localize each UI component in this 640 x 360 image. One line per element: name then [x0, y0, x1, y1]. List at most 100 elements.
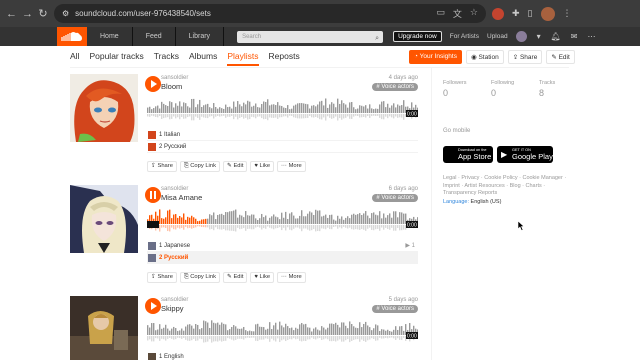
share-button[interactable]: ⇪ Share: [507, 50, 543, 64]
playlist-user[interactable]: sansoldier: [161, 297, 188, 303]
nav-feed[interactable]: Feed: [133, 27, 176, 46]
address-bar[interactable]: ⚙ soundcloud.com/user-976438540/sets ▭ 文…: [54, 4, 486, 23]
waveform-bar: [249, 215, 251, 224]
waveform-bar: [165, 324, 167, 335]
back-icon[interactable]: ←: [6, 8, 17, 20]
playlist-tag[interactable]: # Voice actors: [372, 194, 418, 202]
playlist-tag[interactable]: # Voice actors: [372, 83, 418, 91]
tab-albums[interactable]: Albums: [189, 51, 217, 66]
notifications-bell-icon[interactable]: 🔔︎: [551, 32, 561, 41]
copy-link-button[interactable]: ⎘ Copy Link: [179, 272, 220, 283]
waveform-bar: [245, 211, 247, 224]
forward-icon[interactable]: →: [22, 8, 33, 20]
playlist-user[interactable]: sansoldier: [161, 75, 188, 81]
soundcloud-logo[interactable]: [57, 27, 87, 46]
user-avatar[interactable]: [515, 31, 527, 42]
track-name[interactable]: Русский: [164, 255, 188, 261]
tab-reposts[interactable]: Reposts: [269, 51, 300, 66]
waveform-reflection: [263, 336, 265, 340]
waveform-reflection: [319, 225, 321, 232]
playlist-title[interactable]: Skippy: [161, 304, 184, 313]
track-row[interactable]: 1 Japanese ▶ 1: [147, 240, 418, 252]
playlist-tag[interactable]: # Voice actors: [372, 305, 418, 313]
waveform-bar: [349, 218, 351, 224]
waveform-bar: [315, 209, 317, 224]
playlist-artwork[interactable]: [70, 74, 138, 142]
waveform-bar: [247, 100, 249, 113]
google-play-button[interactable]: ▶ GET IT ON Google Play: [497, 146, 553, 163]
upload-link[interactable]: Upload: [487, 33, 508, 40]
footer-links[interactable]: Legal · Privacy · Cookie Policy · Cookie…: [443, 175, 573, 198]
waveform-bar: [335, 220, 337, 224]
sidebar-icon[interactable]: ▯: [528, 8, 533, 19]
playlist-title[interactable]: Misa Amane: [161, 193, 202, 202]
cast-icon[interactable]: ▭: [436, 7, 445, 20]
waveform-bar: [355, 327, 357, 335]
tracks-stat[interactable]: Tracks 8: [539, 80, 565, 98]
edit-button[interactable]: ✎ Edit: [222, 272, 248, 283]
play-button[interactable]: [145, 298, 161, 314]
track-name[interactable]: Japanese: [164, 243, 190, 249]
language-selector[interactable]: Language: English (US): [443, 199, 501, 205]
station-button[interactable]: ◉ Station: [465, 50, 504, 64]
waveform-reflection: [403, 225, 405, 230]
reload-icon[interactable]: ↻: [38, 7, 48, 20]
waveform-reflection: [279, 336, 281, 343]
like-button[interactable]: ♥ Like: [250, 272, 275, 283]
playlist-user[interactable]: sansoldier: [161, 186, 188, 192]
waveform-reflection: [403, 114, 405, 120]
search-icon[interactable]: ⌕: [375, 33, 379, 45]
share-button[interactable]: ⇪ Share: [147, 272, 177, 283]
menu-kebab-icon[interactable]: ⋮: [563, 8, 572, 19]
site-info-icon[interactable]: ⚙: [62, 9, 69, 18]
track-name[interactable]: Русский: [164, 144, 186, 150]
playlist-artwork[interactable]: [70, 185, 138, 253]
app-store-button[interactable]: Download on the App Store: [443, 146, 493, 163]
track-name[interactable]: English: [164, 354, 184, 360]
followers-stat[interactable]: Followers 0: [443, 80, 469, 98]
track-name[interactable]: Italian: [164, 132, 180, 138]
messages-icon[interactable]: ✉︎: [571, 32, 578, 41]
more-button[interactable]: ⋯ More: [277, 161, 306, 172]
chevron-down-icon[interactable]: ▾: [537, 32, 541, 41]
waveform-bar: [305, 103, 307, 113]
browser-toolbar: ← → ↻ ⚙ soundcloud.com/user-976438540/se…: [0, 0, 640, 27]
tab-playlists[interactable]: Playlists: [227, 51, 259, 66]
playlist-title[interactable]: Bloom: [161, 82, 182, 91]
upgrade-button[interactable]: Upgrade now: [393, 31, 442, 42]
extensions-puzzle-icon[interactable]: ✚: [512, 8, 520, 19]
translate-icon[interactable]: 文: [453, 7, 462, 20]
playlist-artwork[interactable]: [70, 296, 138, 360]
pause-button[interactable]: [145, 187, 161, 203]
nav-library[interactable]: Library: [176, 27, 225, 46]
extension-icon[interactable]: [492, 7, 504, 20]
track-row[interactable]: 2 Русский: [147, 141, 418, 153]
for-artists-link[interactable]: For Artists: [450, 33, 479, 40]
track-row[interactable]: 1 English: [147, 351, 418, 360]
tab-tracks[interactable]: Tracks: [154, 51, 179, 66]
waveform[interactable]: 0:00: [147, 207, 418, 235]
edit-button[interactable]: ✎ Edit: [546, 50, 575, 64]
track-row[interactable]: 2 Русский: [147, 252, 418, 264]
waveform-reflection: [399, 114, 401, 118]
bookmark-star-icon[interactable]: ☆: [470, 7, 478, 20]
following-stat[interactable]: Following 0: [491, 80, 517, 98]
tab-all[interactable]: All: [70, 51, 79, 66]
edit-button[interactable]: ✎ Edit: [222, 161, 248, 172]
search-input[interactable]: Search ⌕: [237, 30, 384, 45]
waveform[interactable]: 0:00: [147, 318, 418, 346]
more-icon[interactable]: ⋯: [587, 32, 595, 41]
profile-avatar[interactable]: [540, 6, 555, 21]
more-button[interactable]: ⋯ More: [277, 272, 306, 283]
language-value: English (US): [470, 199, 502, 205]
share-button[interactable]: ⇪ Share: [147, 161, 177, 172]
play-button[interactable]: [145, 76, 161, 92]
copy-link-button[interactable]: ⎘ Copy Link: [179, 161, 220, 172]
track-row[interactable]: 1 Italian: [147, 129, 418, 141]
tab-popular-tracks[interactable]: Popular tracks: [89, 51, 143, 66]
waveform[interactable]: 0:00: [147, 96, 418, 124]
waveform-bar: [307, 327, 309, 335]
nav-home[interactable]: Home: [87, 27, 133, 46]
like-button[interactable]: ♥ Like: [250, 161, 275, 172]
your-insights-button[interactable]: ◔ Your Insights: [409, 50, 462, 64]
